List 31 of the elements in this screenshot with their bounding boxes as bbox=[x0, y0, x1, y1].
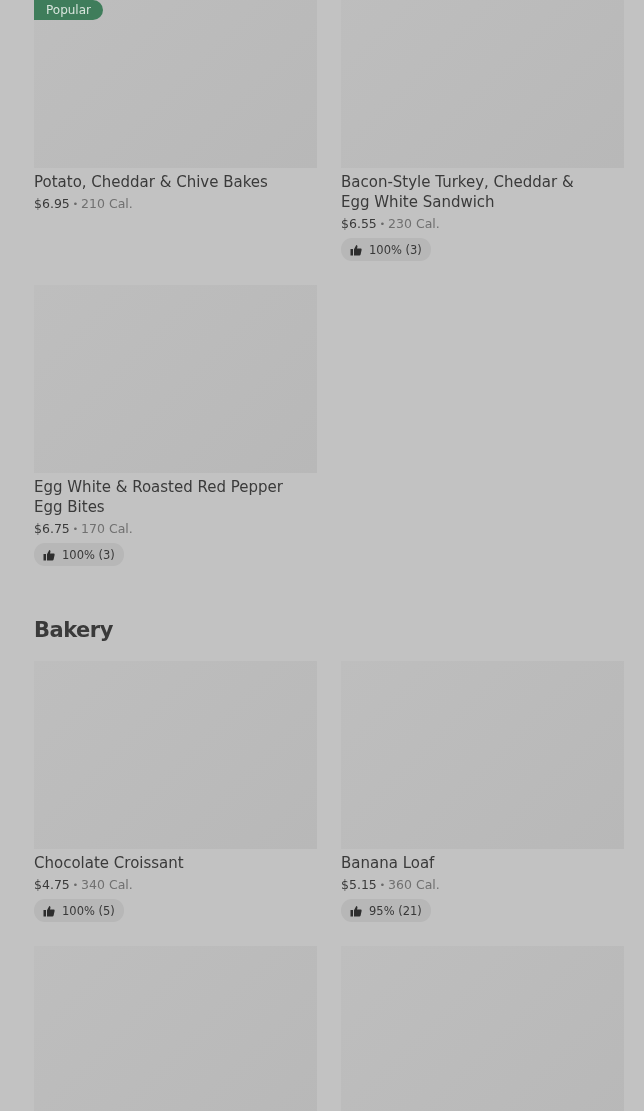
item-name[interactable]: Chocolate Croissant bbox=[34, 853, 184, 873]
thumbs-up-icon bbox=[43, 548, 55, 561]
section-heading: Bakery bbox=[34, 617, 114, 643]
rating-text: 95% (21) bbox=[369, 903, 422, 918]
item-name[interactable]: Potato, Cheddar & Chive Bakes bbox=[34, 172, 268, 192]
item-price: $4.75 bbox=[34, 876, 70, 894]
thumbs-up-icon bbox=[43, 904, 55, 917]
thumbs-up-icon bbox=[350, 243, 362, 256]
separator-dot: • bbox=[379, 879, 386, 892]
item-name[interactable]: Banana Loaf bbox=[341, 853, 435, 873]
item-price: $6.55 bbox=[341, 215, 377, 233]
item-price: $6.95 bbox=[34, 195, 70, 213]
item-calories: 230 Cal. bbox=[388, 215, 440, 233]
separator-dot: • bbox=[72, 198, 79, 211]
item-calories: 360 Cal. bbox=[388, 876, 440, 894]
rating-text: 100% (3) bbox=[62, 547, 115, 562]
item-calories: 170 Cal. bbox=[81, 520, 133, 538]
separator-dot: • bbox=[72, 523, 79, 536]
popular-badge: Popular bbox=[34, 0, 103, 20]
item-name[interactable]: Bacon-Style Turkey, Cheddar & Egg White Sandwich bbox=[341, 172, 603, 212]
rating-text: 100% (5) bbox=[62, 903, 115, 918]
image-placeholder[interactable] bbox=[34, 0, 317, 168]
item-name[interactable]: Egg White & Roasted Red Pepper Egg Bites bbox=[34, 477, 296, 517]
separator-dot: • bbox=[72, 879, 79, 892]
item-calories: 210 Cal. bbox=[81, 195, 133, 213]
item-price: $5.15 bbox=[341, 876, 377, 894]
thumbs-up-icon bbox=[350, 904, 362, 917]
item-calories: 340 Cal. bbox=[81, 876, 133, 894]
separator-dot: • bbox=[379, 218, 386, 231]
item-price: $6.75 bbox=[34, 520, 70, 538]
rating-text: 100% (3) bbox=[369, 242, 422, 257]
